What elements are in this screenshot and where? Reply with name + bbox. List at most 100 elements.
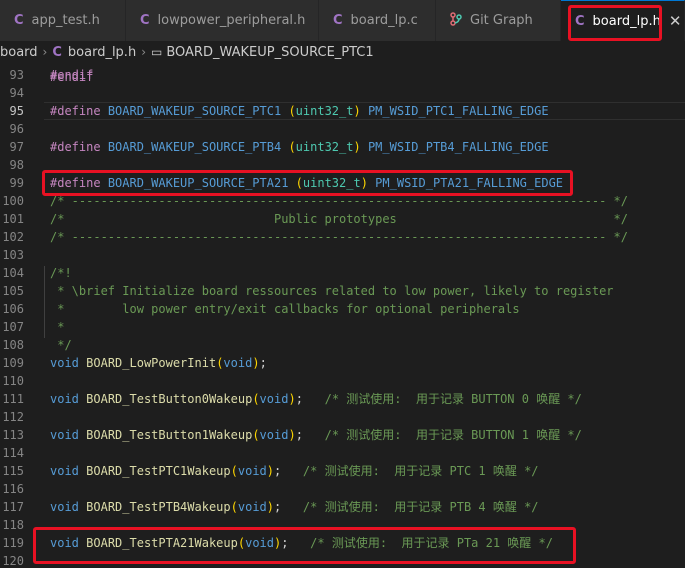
- tab-label: lowpower_peripheral.h: [157, 13, 306, 28]
- tab-label: Git Graph: [470, 13, 533, 28]
- code-line: 101 /* Public prototypes */: [0, 210, 685, 228]
- line-number: 99: [9, 176, 24, 190]
- editor-tab-bar: C app_test.h C lowpower_peripheral.h C b…: [0, 0, 685, 41]
- code-line: 111 void BOARD_TestButton0Wakeup(void); /…: [0, 390, 685, 408]
- code-text: /* -------------------------------------…: [50, 194, 628, 208]
- chevron-right-icon: ›: [42, 45, 48, 59]
- line-number: 95: [9, 104, 24, 118]
- code-text: void BOARD_TestPTB4Wakeup(void); /* 测试使用…: [50, 500, 539, 514]
- line-number: 97: [9, 140, 24, 154]
- c-file-icon: C: [52, 44, 62, 60]
- breadcrumb-symbol[interactable]: BOARD_WAKEUP_SOURCE_PTC1: [166, 45, 373, 60]
- code-line: 108 */: [0, 336, 685, 354]
- code-line: 113 void BOARD_TestButton1Wakeup(void); /…: [0, 426, 685, 444]
- line-number: 98: [9, 158, 24, 172]
- code-line: 119 void BOARD_TestPTA21Wakeup(void); /* …: [0, 534, 685, 552]
- tab-label: board_lp.h: [592, 13, 661, 29]
- code-editor[interactable]: #endif 93 #endif 94 95 #define BOARD_WAKEUP_…: [0, 63, 685, 568]
- code-line: 100 /* ----------------------------------…: [0, 192, 685, 210]
- tab-app-test-h[interactable]: C app_test.h: [0, 0, 126, 41]
- code-line: 106 * low power entry/exit callbacks for…: [0, 300, 685, 318]
- code-line: 99 #define BOARD_WAKEUP_SOURCE_PTA21 (uin…: [0, 174, 685, 192]
- code-line: 104 /*!: [0, 264, 685, 282]
- code-line: 115 void BOARD_TestPTC1Wakeup(void); /* 测…: [0, 462, 685, 480]
- breadcrumb: board › C board_lp.h › ▭ BOARD_WAKEUP_SO…: [0, 41, 685, 63]
- line-number: 96: [9, 122, 24, 136]
- line-number: 105: [2, 284, 24, 298]
- tab-board-lp-c[interactable]: C board_lp.c: [319, 0, 436, 41]
- code-text: void BOARD_TestButton1Wakeup(void); /* 测…: [50, 428, 582, 442]
- line-number: 117: [2, 500, 24, 514]
- code-line: 94: [0, 84, 685, 102]
- code-text: void BOARD_TestButton0Wakeup(void); /* 测…: [50, 392, 582, 406]
- macro-symbol-icon: ▭: [151, 45, 163, 59]
- tab-label: app_test.h: [31, 13, 100, 28]
- c-file-icon: C: [575, 13, 585, 29]
- line-number: 118: [2, 518, 24, 532]
- code-text: void BOARD_LowPowerInit(void);: [50, 356, 267, 370]
- code-text: /* -------------------------------------…: [50, 230, 628, 244]
- code-text: /* Public prototypes */: [50, 212, 628, 226]
- code-text: * low power entry/exit callbacks for opt…: [50, 302, 520, 316]
- line-number: 106: [2, 302, 24, 316]
- line-number: 94: [9, 86, 24, 100]
- tab-board-lp-h[interactable]: C board_lp.h ✕: [561, 0, 685, 41]
- code-line: 102 /* ----------------------------------…: [0, 228, 685, 246]
- line-number: 119: [2, 536, 24, 550]
- line-number: 113: [2, 428, 24, 442]
- breadcrumb-file[interactable]: board_lp.h: [68, 45, 136, 60]
- code-text: * \brief Initialize board ressources rel…: [50, 284, 614, 298]
- code-text: *: [50, 320, 65, 334]
- code-line: 98: [0, 156, 685, 174]
- line-number: 103: [2, 248, 24, 262]
- code-line: 110: [0, 372, 685, 390]
- code-line: 97 #define BOARD_WAKEUP_SOURCE_PTB4 (uint…: [0, 138, 685, 156]
- line-number: 107: [2, 320, 24, 334]
- code-line: 120: [0, 552, 685, 568]
- breadcrumb-folder[interactable]: board: [0, 45, 38, 60]
- line-number: 115: [2, 464, 24, 478]
- git-graph-icon: [450, 11, 462, 30]
- code-text: #define BOARD_WAKEUP_SOURCE_PTC1 (uint32…: [50, 104, 549, 118]
- code-text: */: [50, 338, 72, 352]
- line-number: 101: [2, 212, 24, 226]
- tab-git-graph[interactable]: Git Graph: [436, 0, 561, 41]
- line-number: 108: [2, 338, 24, 352]
- code-text: /*!: [50, 266, 72, 280]
- code-line: 95 #define BOARD_WAKEUP_SOURCE_PTC1 (uint…: [0, 102, 685, 120]
- line-number: 120: [2, 554, 24, 568]
- code-line: 93 #endif: [0, 66, 685, 84]
- code-line: 116: [0, 480, 685, 498]
- code-text: void BOARD_TestPTC1Wakeup(void); /* 测试使用…: [50, 464, 539, 478]
- line-number: 114: [2, 446, 24, 460]
- code-text: void BOARD_TestPTA21Wakeup(void); /* 测试使…: [50, 536, 553, 550]
- tab-lowpower-peripheral-h[interactable]: C lowpower_peripheral.h: [126, 0, 319, 41]
- line-number: 104: [2, 266, 24, 280]
- code-text: #endif: [50, 68, 94, 82]
- code-text: #define BOARD_WAKEUP_SOURCE_PTB4 (uint32…: [50, 140, 549, 154]
- code-line: 96: [0, 120, 685, 138]
- line-number: 112: [2, 410, 24, 424]
- code-line: 112: [0, 408, 685, 426]
- code-line: 105 * \brief Initialize board ressources…: [0, 282, 685, 300]
- code-line: 114: [0, 444, 685, 462]
- line-number: 93: [9, 68, 24, 82]
- c-file-icon: C: [140, 13, 150, 28]
- line-number: 116: [2, 482, 24, 496]
- line-number: 109: [2, 356, 24, 370]
- c-file-icon: C: [14, 13, 24, 28]
- c-file-icon: C: [333, 13, 343, 28]
- line-number: 100: [2, 194, 24, 208]
- close-icon[interactable]: ✕: [669, 12, 682, 30]
- code-line: 109 void BOARD_LowPowerInit(void);: [0, 354, 685, 372]
- tab-label: board_lp.c: [350, 13, 418, 28]
- code-line: 107 *: [0, 318, 685, 336]
- line-number: 111: [2, 392, 24, 406]
- line-number: 102: [2, 230, 24, 244]
- code-text: #define BOARD_WAKEUP_SOURCE_PTA21 (uint3…: [50, 176, 564, 190]
- line-number: 110: [2, 374, 24, 388]
- code-line: 118: [0, 516, 685, 534]
- chevron-right-icon: ›: [141, 45, 146, 59]
- code-line: 117 void BOARD_TestPTB4Wakeup(void); /* 测…: [0, 498, 685, 516]
- code-line: 103: [0, 246, 685, 264]
